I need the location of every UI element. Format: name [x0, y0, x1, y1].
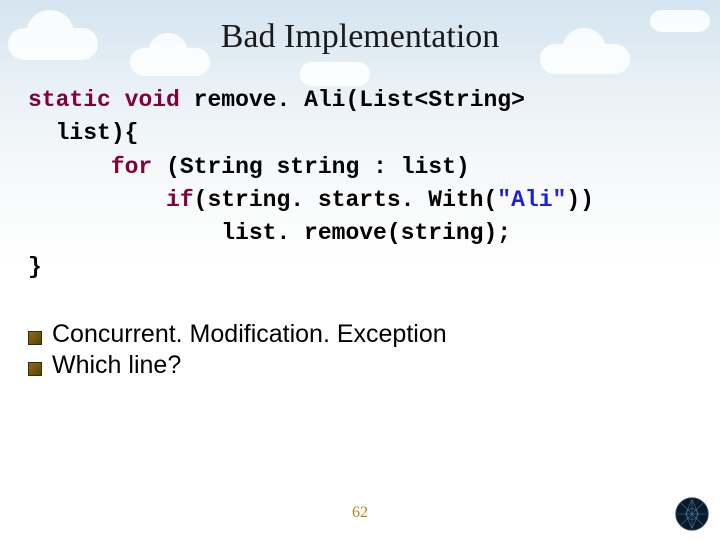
page-number: 62 [0, 504, 720, 522]
kw-if: if [166, 187, 194, 213]
kw-void: void [125, 87, 180, 113]
bullet-list: Concurrent. Modification. Exception Whic… [28, 320, 692, 380]
list-item: Which line? [28, 351, 692, 380]
kw-static: static [28, 87, 111, 113]
kw-for: for [111, 154, 152, 180]
code-block: static void remove. Ali(List<String> lis… [28, 84, 692, 284]
list-item-text: Concurrent. Modification. Exception [52, 320, 447, 349]
list-item-text: Which line? [52, 351, 181, 380]
bullet-icon [28, 362, 42, 376]
string-literal: "Ali" [497, 187, 566, 213]
bullet-icon [28, 331, 42, 345]
list-item: Concurrent. Modification. Exception [28, 320, 692, 349]
slide-title: Bad Implementation [0, 0, 720, 84]
slide-content: static void remove. Ali(List<String> lis… [0, 84, 720, 380]
logo-icon [674, 496, 710, 532]
